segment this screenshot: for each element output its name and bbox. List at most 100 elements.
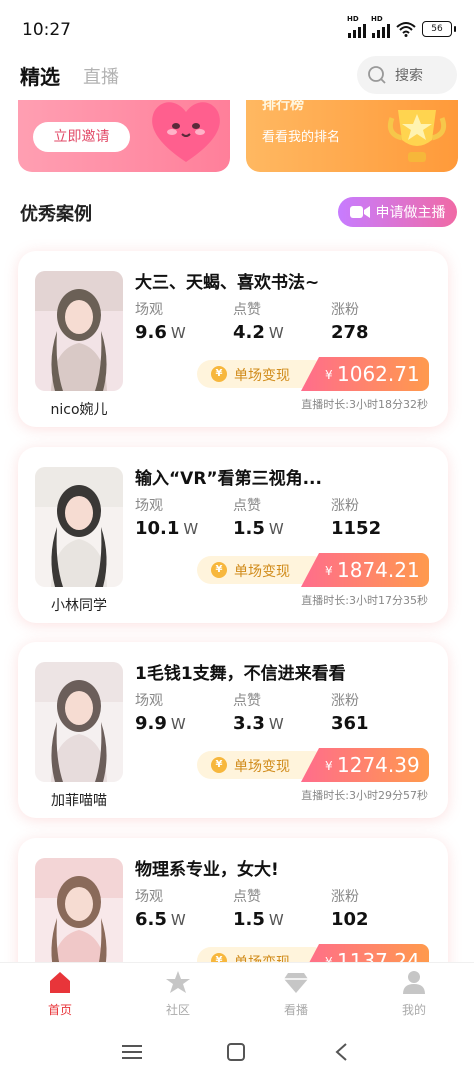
likes-value: 4.2 xyxy=(233,322,265,343)
diamond-icon xyxy=(284,973,308,993)
system-indicators: HD HD 56 xyxy=(347,15,456,38)
status-bar: 10:27 HD HD 56 xyxy=(0,0,474,56)
back-icon[interactable] xyxy=(334,1042,348,1062)
case-title: 1毛钱1支舞，不信进来看看 xyxy=(135,664,346,684)
hd-label-2: HD xyxy=(371,15,383,23)
fans-value: 102 xyxy=(331,909,369,930)
stat-label: 点赞 xyxy=(233,498,261,514)
bottom-navigation: 首页 社区 看播 我的 xyxy=(0,962,474,1031)
nav-home[interactable]: 首页 xyxy=(20,969,100,1018)
ranking-banner[interactable]: 排行榜 看看我的排名 xyxy=(246,100,458,172)
likes-unit: W xyxy=(268,911,284,929)
earnings-label: 单场变现 xyxy=(234,759,290,775)
battery-icon: 56 xyxy=(422,21,456,37)
stat-fans: 涨粉 278 xyxy=(331,299,369,343)
coin-icon: ¥ xyxy=(211,757,227,773)
live-duration: 直播时长:3小时18分32秒 xyxy=(301,398,428,411)
signal-icon: HD xyxy=(347,15,366,38)
stat-value: 9.6 W xyxy=(135,322,186,343)
stat-views: 场观 10.1 W xyxy=(135,495,198,539)
stat-likes: 点赞 4.2 W xyxy=(233,299,284,343)
apply-host-label: 申请做主播 xyxy=(375,205,446,221)
earnings-label: 单场变现 xyxy=(234,564,290,580)
earnings-amount-pill: ¥ 1062.71 xyxy=(301,357,429,391)
avatar[interactable] xyxy=(35,467,123,587)
system-navigation xyxy=(0,1030,474,1080)
ranking-title: 排行榜 xyxy=(262,100,304,113)
case-card[interactable]: nico婉儿 大三、天蝎、喜欢书法~ 场观 9.6 W 点赞 4.2 W 涨粉 27… xyxy=(18,251,448,427)
stat-label: 场观 xyxy=(135,498,163,514)
host-name: nico婉儿 xyxy=(50,402,108,418)
star-icon xyxy=(166,971,190,993)
invite-button[interactable]: 立即邀请 xyxy=(33,122,130,152)
nav-label: 社区 xyxy=(165,1003,190,1017)
currency-symbol: ¥ xyxy=(325,368,333,382)
likes-unit: W xyxy=(268,715,284,733)
stat-fans: 涨粉 361 xyxy=(331,690,369,734)
tab-live[interactable]: 直播 xyxy=(83,63,119,89)
tab-featured[interactable]: 精选 xyxy=(20,61,60,90)
nav-me[interactable]: 我的 xyxy=(374,969,454,1018)
search-box[interactable]: 搜索 xyxy=(357,56,457,94)
fans-value: 1152 xyxy=(331,518,382,539)
section-title: 优秀案例 xyxy=(20,204,92,225)
views-unit: W xyxy=(183,520,199,538)
home-icon xyxy=(50,972,70,993)
currency-symbol: ¥ xyxy=(325,759,333,773)
earnings-amount: 1062.71 xyxy=(337,362,420,386)
case-card[interactable]: 加菲喵喵 1毛钱1支舞，不信进来看看 场观 9.9 W 点赞 3.3 W 涨粉 36… xyxy=(18,642,448,818)
search-label: 搜索 xyxy=(395,68,423,84)
stat-likes: 点赞 1.5 W xyxy=(233,495,284,539)
nav-community[interactable]: 社区 xyxy=(138,969,218,1018)
earnings-amount: 1274.39 xyxy=(337,753,420,777)
hd-label: HD xyxy=(347,15,359,23)
menu-icon[interactable] xyxy=(122,1044,142,1060)
stat-label: 场观 xyxy=(135,889,163,905)
case-title: 输入“VR”看第三视角... xyxy=(135,469,322,489)
stat-views: 场观 9.6 W xyxy=(135,299,186,343)
stat-value: 1152 xyxy=(331,518,381,539)
avatar[interactable] xyxy=(35,271,123,391)
stat-label: 涨粉 xyxy=(331,889,359,905)
case-card[interactable]: 小林同学 输入“VR”看第三视角... 场观 10.1 W 点赞 1.5 W 涨粉 … xyxy=(18,447,448,623)
stat-value: 361 xyxy=(331,713,369,734)
stat-label: 涨粉 xyxy=(331,498,359,514)
stat-value: 3.3 W xyxy=(233,713,284,734)
top-tabs: 精选 直播 搜索 xyxy=(0,56,474,96)
stat-likes: 点赞 1.5 W xyxy=(233,886,284,930)
stat-value: 6.5 W xyxy=(135,909,186,930)
views-unit: W xyxy=(170,715,186,733)
fans-value: 361 xyxy=(331,713,369,734)
host-name: 小林同学 xyxy=(51,598,107,614)
nav-watch[interactable]: 看播 xyxy=(256,969,336,1018)
earnings-amount: 1874.21 xyxy=(337,558,420,582)
nav-label: 我的 xyxy=(401,1003,426,1017)
currency-symbol: ¥ xyxy=(325,564,333,578)
home-square-icon[interactable] xyxy=(227,1043,245,1061)
nav-label: 首页 xyxy=(47,1003,72,1017)
views-unit: W xyxy=(170,911,186,929)
likes-unit: W xyxy=(268,324,284,342)
stat-value: 1.5 W xyxy=(233,909,284,930)
fans-value: 278 xyxy=(331,322,369,343)
views-unit: W xyxy=(170,324,186,342)
case-title: 大三、天蝎、喜欢书法~ xyxy=(135,273,320,293)
avatar[interactable] xyxy=(35,858,123,978)
status-time: 10:27 xyxy=(22,20,71,40)
likes-value: 3.3 xyxy=(233,713,265,734)
stat-label: 点赞 xyxy=(233,693,261,709)
apply-host-button[interactable]: 申请做主播 xyxy=(338,197,457,227)
likes-value: 1.5 xyxy=(233,909,265,930)
earnings-amount-pill: ¥ 1874.21 xyxy=(301,553,429,587)
stat-views: 场观 6.5 W xyxy=(135,886,186,930)
avatar[interactable] xyxy=(35,662,123,782)
likes-value: 1.5 xyxy=(233,518,265,539)
stat-label: 涨粉 xyxy=(331,693,359,709)
views-value: 10.1 xyxy=(135,518,180,539)
stat-value: 102 xyxy=(331,909,369,930)
video-camera-icon xyxy=(349,206,370,218)
stat-value: 9.9 W xyxy=(135,713,186,734)
stat-fans: 涨粉 102 xyxy=(331,886,369,930)
invite-banner[interactable]: 立即邀请 xyxy=(18,100,230,172)
stat-label: 场观 xyxy=(135,693,163,709)
